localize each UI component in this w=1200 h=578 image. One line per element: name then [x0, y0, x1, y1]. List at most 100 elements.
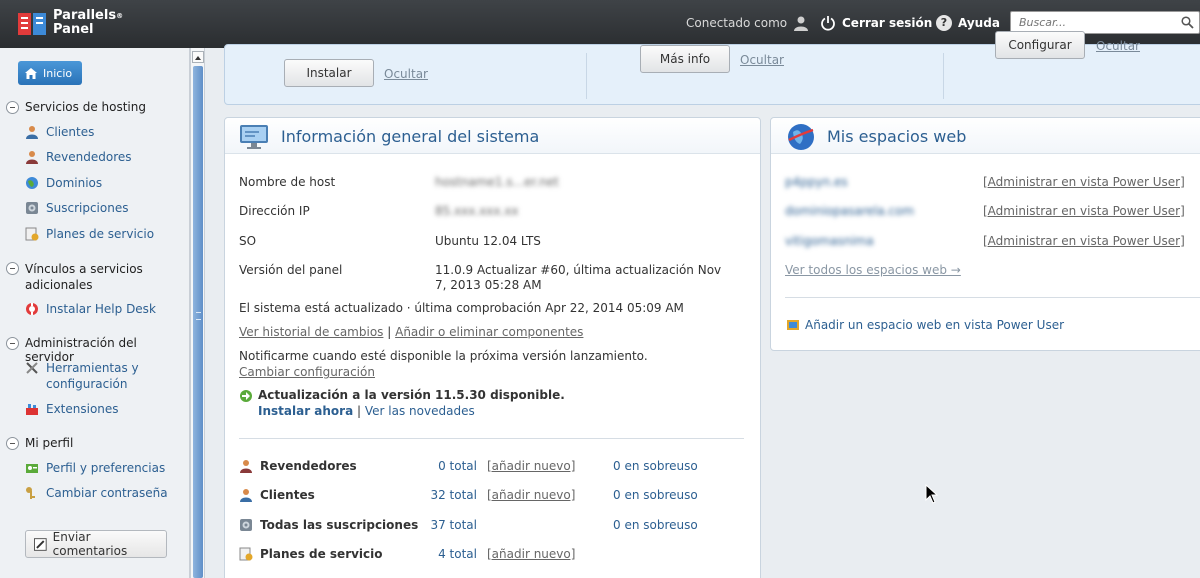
panel-header: Mis espacios web	[771, 118, 1200, 154]
panel-title: Información general del sistema	[281, 127, 540, 146]
hide-link-1[interactable]: Ocultar	[384, 67, 428, 81]
stat-subscriptions: Todas las suscripciones	[239, 518, 418, 532]
globe-icon	[26, 177, 38, 189]
sidebar-item-domains[interactable]: Dominios	[25, 175, 102, 191]
collapse-icon[interactable]	[6, 262, 19, 275]
components-link[interactable]: Añadir o eliminar componentes	[395, 325, 583, 339]
manage-power-user-link[interactable]: [Administrar en vista Power User]	[983, 175, 1185, 189]
manage-power-user-link[interactable]: [Administrar en vista Power User]	[983, 204, 1185, 218]
grip-icon	[196, 312, 201, 320]
reseller-icon	[26, 151, 38, 164]
client-icon	[26, 126, 38, 139]
sidebar-item-install-help-desk[interactable]: Instalar Help Desk	[25, 301, 156, 317]
notify-text: Notificarme cuando esté disponible la pr…	[239, 349, 648, 379]
history-link[interactable]: Ver historial de cambios	[239, 325, 383, 339]
sidebar-item-tools-settings[interactable]: Herramientas y configuración	[25, 360, 165, 392]
stat-resellers: Revendedores	[239, 459, 357, 473]
hide-link-3[interactable]: Ocultar	[1096, 39, 1140, 53]
overuse-link[interactable]: 0 en sobreuso	[613, 459, 698, 473]
search-icon[interactable]	[1181, 16, 1194, 29]
sidebar-item-subscriptions[interactable]: Suscripciones	[25, 200, 128, 216]
sidebar-item-resellers[interactable]: Revendedores	[25, 149, 132, 165]
add-new-link[interactable]: [añadir nuevo]	[487, 488, 575, 502]
upgrade-available: Actualización a la versión 11.5.30 dispo…	[258, 388, 565, 402]
connected-as[interactable]: Conectado como	[686, 14, 809, 32]
main-content: Instalar Ocultar Más info Ocultar Config…	[206, 31, 1200, 578]
install-now-link[interactable]: Instalar ahora	[258, 404, 353, 418]
webspaces-panel: Mis espacios web p4ppyn.es [Administrar …	[770, 117, 1200, 351]
webspace-name[interactable]: p4ppyn.es	[785, 175, 848, 189]
lifebuoy-icon	[26, 303, 38, 315]
configure-button[interactable]: Configurar	[995, 31, 1085, 59]
webspace-name[interactable]: dominiopasarela.com	[785, 204, 914, 218]
os-label: SO	[239, 234, 257, 248]
stat-total[interactable]: 0 total	[417, 459, 477, 473]
os-value: Ubuntu 12.04 LTS	[435, 234, 541, 248]
globe-icon	[788, 124, 814, 150]
stat-total[interactable]: 32 total	[417, 488, 477, 502]
view-all-webspaces-link[interactable]: Ver todos los espacios web →	[785, 263, 961, 277]
scroll-up-arrow-icon[interactable]	[192, 51, 204, 63]
webspace-row: dominiopasarela.com	[785, 204, 914, 218]
help-label: Ayuda	[958, 16, 1000, 30]
logo-text: Parallels® Panel	[53, 8, 124, 37]
send-feedback-button[interactable]: Enviar comentarios	[25, 530, 167, 558]
overuse-link[interactable]: 0 en sobreuso	[613, 488, 698, 502]
logout-button[interactable]: Cerrar sesión	[820, 14, 932, 32]
connected-as-label: Conectado como	[686, 16, 788, 30]
mouse-cursor-icon	[925, 484, 939, 504]
sidebar-item-profile-prefs[interactable]: Perfil y preferencias	[25, 460, 165, 476]
collapse-icon[interactable]	[6, 437, 19, 450]
sidebar: Inicio Servicios de hosting Clientes Rev…	[0, 48, 190, 578]
parallels-logo-icon[interactable]	[18, 9, 48, 39]
hostname-label: Nombre de host	[239, 175, 336, 189]
home-button[interactable]: Inicio	[18, 61, 82, 85]
panel-title: Mis espacios web	[827, 127, 967, 146]
scroll-thumb[interactable]	[193, 66, 203, 578]
logout-label: Cerrar sesión	[842, 16, 933, 30]
version-label: Versión del panel	[239, 263, 343, 277]
update-links: Ver historial de cambios | Añadir o elim…	[239, 325, 584, 339]
add-new-link[interactable]: [añadir nuevo]	[487, 459, 575, 473]
divider	[943, 53, 944, 99]
section-additional-services[interactable]: Vínculos a servicios adicionales	[6, 261, 176, 293]
subscription-icon	[240, 519, 252, 531]
ip-value: 85.xxx.xxx.xx	[435, 204, 519, 218]
stat-total[interactable]: 37 total	[417, 518, 477, 532]
add-webspace-link[interactable]: Añadir un espacio web en vista Power Use…	[805, 318, 1064, 332]
sidebar-item-extensions[interactable]: Extensiones	[25, 401, 119, 417]
promo-banner: Instalar Ocultar Más info Ocultar Config…	[224, 31, 1200, 105]
section-my-profile[interactable]: Mi perfil	[6, 436, 73, 450]
sidebar-item-clients[interactable]: Clientes	[25, 124, 94, 140]
webspace-name[interactable]: vitigomasnima	[785, 234, 874, 248]
add-webspace-icon	[787, 320, 799, 330]
more-info-button[interactable]: Más info	[640, 45, 730, 73]
collapse-icon[interactable]	[6, 337, 19, 350]
subscription-icon	[26, 202, 38, 214]
manage-power-user-link[interactable]: [Administrar en vista Power User]	[983, 234, 1185, 248]
system-info-panel: Información general del sistema Nombre d…	[224, 117, 761, 578]
update-status: El sistema está actualizado · última com…	[239, 301, 684, 315]
version-value: 11.0.9 Actualizar #60, última actualizac…	[435, 263, 722, 292]
whats-new-link[interactable]: Ver las novedades	[365, 404, 475, 418]
install-button[interactable]: Instalar	[284, 59, 374, 87]
divider	[586, 53, 587, 99]
section-title: Vínculos a servicios adicionales	[25, 262, 143, 292]
help-button[interactable]: ? Ayuda	[936, 14, 1000, 32]
sidebar-item-change-password[interactable]: Cambiar contraseña	[25, 485, 168, 501]
overuse-link[interactable]: 0 en sobreuso	[613, 518, 698, 532]
sidebar-scrollbar[interactable]	[190, 48, 205, 578]
stat-service-plans: Planes de servicio	[239, 547, 383, 561]
add-new-link[interactable]: [añadir nuevo]	[487, 547, 575, 561]
profile-card-icon	[26, 464, 38, 473]
collapse-icon[interactable]	[6, 101, 19, 114]
pencil-icon	[34, 537, 47, 551]
search-input[interactable]	[1011, 12, 1171, 33]
sidebar-item-service-plans[interactable]: Planes de servicio	[25, 226, 154, 242]
section-hosting-services[interactable]: Servicios de hosting	[6, 100, 146, 114]
webspace-row: vitigomasnima	[785, 234, 874, 248]
change-config-link[interactable]: Cambiar configuración	[239, 365, 375, 379]
stat-total[interactable]: 4 total	[417, 547, 477, 561]
tools-icon	[26, 362, 38, 374]
hide-link-2[interactable]: Ocultar	[740, 53, 784, 67]
